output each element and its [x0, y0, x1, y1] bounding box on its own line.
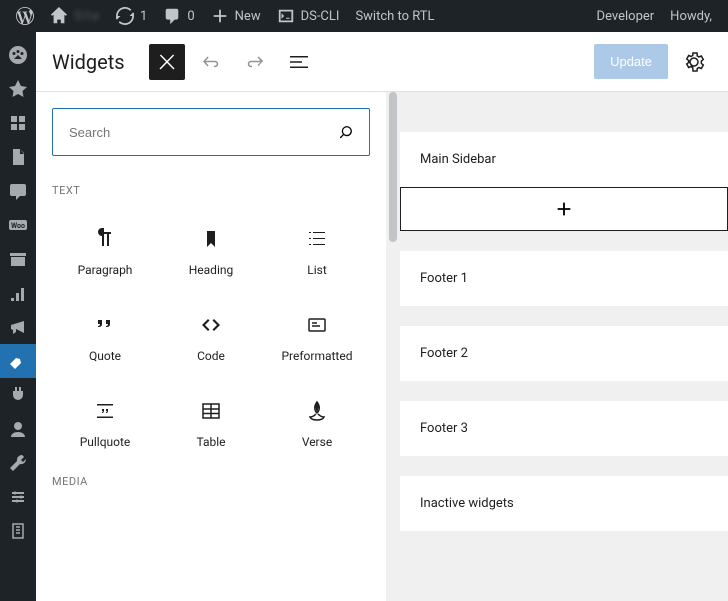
block-label: Verse: [302, 435, 332, 449]
admin-bar: Site 1 0 New DS-CLI Switch to RTL Develo…: [0, 0, 728, 32]
preformatted-icon: [305, 313, 329, 337]
analytics-icon[interactable]: [0, 276, 36, 310]
archive-icon[interactable]: [0, 242, 36, 276]
new-content[interactable]: New: [203, 0, 269, 32]
block-label: Preformatted: [281, 349, 352, 363]
block-pullquote[interactable]: Pullquote: [52, 381, 158, 467]
block-table[interactable]: Table: [158, 381, 264, 467]
code-icon: [199, 313, 223, 337]
update-button[interactable]: Update: [594, 44, 668, 79]
add-block-button[interactable]: [400, 187, 728, 231]
users-icon[interactable]: [0, 412, 36, 446]
page-title: Widgets: [52, 50, 125, 74]
developer-menu[interactable]: Developer: [589, 0, 663, 32]
my-account[interactable]: Howdy,: [662, 0, 720, 32]
editor-header: Widgets Update: [36, 32, 728, 92]
custom-icon[interactable]: [0, 514, 36, 548]
block-label: Paragraph: [78, 263, 133, 277]
pin-icon[interactable]: [0, 72, 36, 106]
block-label: Table: [196, 435, 225, 449]
plugins-icon[interactable]: [0, 106, 36, 140]
site-home[interactable]: Site: [42, 0, 108, 32]
block-inserter: TEXT Paragraph Heading List Quote Code Preform…: [36, 92, 386, 601]
settings-button[interactable]: [676, 44, 712, 80]
comments-icon[interactable]: [0, 174, 36, 208]
widget-area-title[interactable]: Footer 1: [400, 251, 728, 306]
block-list[interactable]: List: [264, 209, 370, 295]
widget-area-title[interactable]: Inactive widgets: [400, 476, 728, 531]
block-label: List: [307, 263, 327, 277]
ds-cli[interactable]: DS-CLI: [269, 0, 348, 32]
switch-rtl[interactable]: Switch to RTL: [347, 0, 442, 32]
woo-icon[interactable]: Woo: [0, 208, 36, 242]
block-label: Heading: [189, 263, 234, 277]
appearance-icon[interactable]: [0, 344, 36, 378]
dashboard-icon[interactable]: [0, 38, 36, 72]
block-verse[interactable]: Verse: [264, 381, 370, 467]
block-search-input[interactable]: [52, 108, 370, 156]
block-preformatted[interactable]: Preformatted: [264, 295, 370, 381]
tools-icon[interactable]: [0, 446, 36, 480]
category-label: TEXT: [52, 184, 370, 197]
paragraph-icon: [93, 227, 117, 251]
widget-area-title[interactable]: Footer 2: [400, 326, 728, 381]
block-label: Pullquote: [80, 435, 131, 449]
comments[interactable]: 0: [155, 0, 202, 32]
widget-area: Footer 1: [400, 251, 728, 306]
marketing-icon[interactable]: [0, 310, 36, 344]
verse-icon: [305, 399, 329, 423]
block-paragraph[interactable]: Paragraph: [52, 209, 158, 295]
widget-area-title[interactable]: Footer 3: [400, 401, 728, 456]
panel-splitter[interactable]: [386, 92, 400, 601]
close-inserter-button[interactable]: [149, 44, 185, 80]
plus-icon: [553, 198, 575, 220]
widget-area-title[interactable]: Main Sidebar: [400, 132, 728, 187]
wp-logo[interactable]: [8, 0, 42, 32]
svg-text:Woo: Woo: [11, 222, 25, 230]
block-label: Quote: [89, 349, 121, 363]
pages-icon[interactable]: [0, 140, 36, 174]
category-label: MEDIA: [52, 475, 370, 488]
widget-area: Main Sidebar: [400, 132, 728, 231]
list-view-button[interactable]: [281, 44, 317, 80]
settings-icon[interactable]: [0, 480, 36, 514]
search-icon: [336, 122, 356, 142]
pullquote-icon: [93, 399, 117, 423]
widget-area: Inactive widgets: [400, 476, 728, 531]
undo-button[interactable]: [193, 44, 229, 80]
block-label: Code: [197, 349, 225, 363]
list-icon: [305, 227, 329, 251]
admin-sidemenu: Woo: [0, 32, 36, 601]
block-quote[interactable]: Quote: [52, 295, 158, 381]
table-icon: [199, 399, 223, 423]
updates[interactable]: 1: [108, 0, 155, 32]
widget-area: Footer 3: [400, 401, 728, 456]
redo-button[interactable]: [237, 44, 273, 80]
widget-areas: Main Sidebar Footer 1 Footer 2 Footer 3 Inac…: [400, 92, 728, 601]
widget-area: Footer 2: [400, 326, 728, 381]
heading-icon: [199, 227, 223, 251]
block-code[interactable]: Code: [158, 295, 264, 381]
block-heading[interactable]: Heading: [158, 209, 264, 295]
plugins2-icon[interactable]: [0, 378, 36, 412]
quote-icon: [93, 313, 117, 337]
